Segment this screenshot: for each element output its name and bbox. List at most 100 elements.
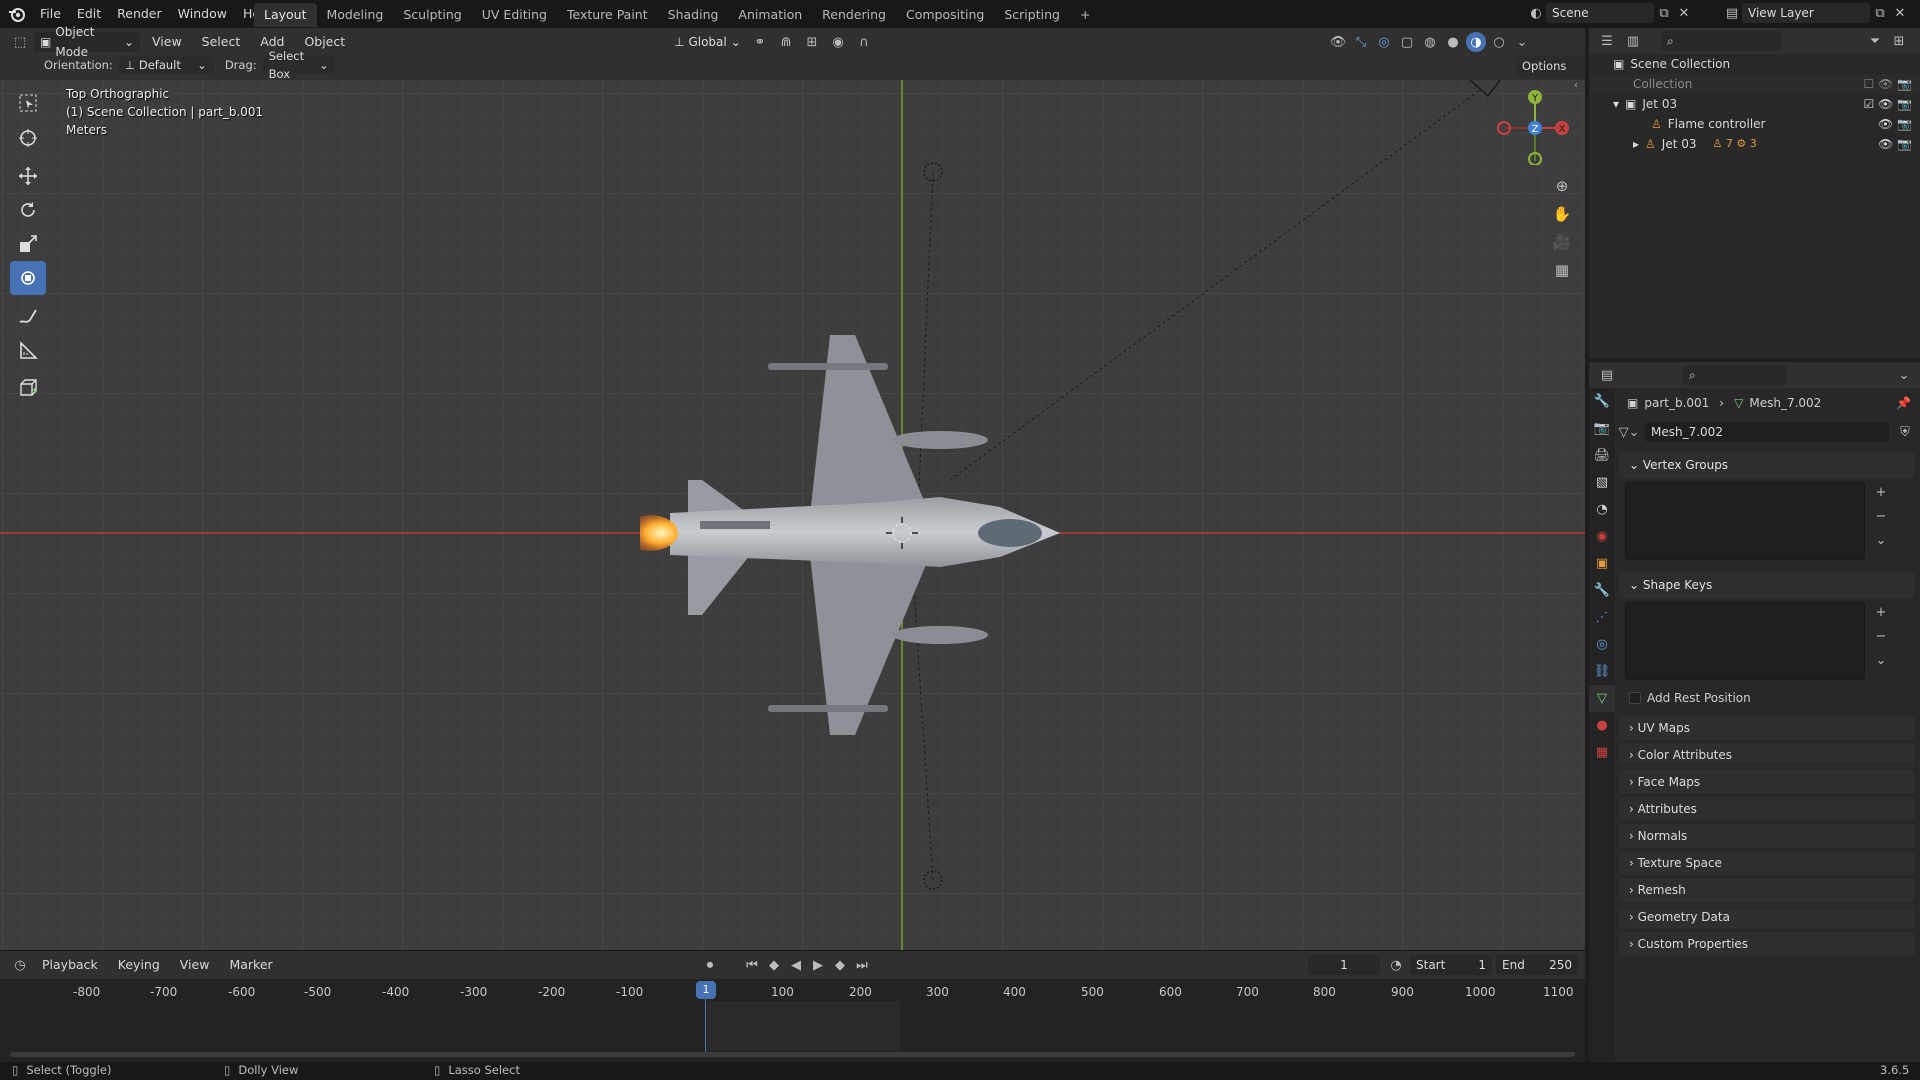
tab-animation[interactable]: Animation [728,3,812,27]
menu-timeline-view[interactable]: View [172,955,218,975]
menu-select[interactable]: Select [194,32,249,52]
modifier-tab-icon[interactable]: 🔧 [1589,577,1615,604]
collection-toggles[interactable]: ☐ 👁 📷 [1863,74,1912,94]
scene-tab-icon[interactable]: ◔ [1589,496,1615,523]
new-scene-icon[interactable]: ⧉ [1654,3,1674,23]
prev-keyframe-icon[interactable]: ◆ [764,955,784,975]
transform-orientation-dropdown[interactable]: ⊥ Global ⌄ [668,32,744,52]
panel-uv-maps[interactable]: › UV Maps [1619,716,1915,740]
add-icon[interactable]: + [1871,482,1891,502]
ortho-grid-icon[interactable]: ▦ [1550,256,1574,284]
object-toggles[interactable]: 👁 📷 [1878,114,1912,134]
rendered-shading-icon[interactable]: ○ [1489,32,1509,52]
tool-tab-icon[interactable]: 🔧 [1589,388,1615,415]
world-tab-icon[interactable]: ◉ [1589,523,1615,550]
expand-arrow-icon[interactable]: ▾ [1613,94,1619,114]
add-workspace-button[interactable]: + [1070,3,1100,27]
add-icon[interactable]: + [1871,602,1891,622]
panel-remesh[interactable]: › Remesh [1619,878,1915,902]
shape-keys-list[interactable] [1625,602,1865,680]
menu-playback[interactable]: Playback [34,955,106,975]
view-layer-tab-icon[interactable]: ▧ [1589,469,1615,496]
properties-editor-icon[interactable]: ▤ [1597,365,1617,385]
panel-face-maps[interactable]: › Face Maps [1619,770,1915,794]
new-view-layer-icon[interactable]: ⧉ [1870,3,1890,23]
menu-window[interactable]: Window [170,0,235,28]
pivot-icon[interactable]: ⚭ [750,32,770,52]
outliner-editor-icon[interactable]: ☰ [1597,31,1617,51]
sidebar-toggle-icon[interactable]: ‹ [1574,80,1584,100]
fake-user-icon[interactable]: ⛨ [1895,422,1915,442]
jet-model[interactable] [640,275,1160,795]
gizmo-toggle-icon[interactable]: ⤡ [1351,32,1371,52]
outliner-row-jet-collection[interactable]: ▾ ▣ Jet 03 ☑ 👁 📷 [1589,94,1920,114]
wireframe-shading-icon[interactable]: ◍ [1420,32,1440,52]
end-frame-field[interactable]: End 250 [1496,955,1578,975]
chevron-down-icon[interactable]: ⌄ [1871,530,1891,550]
panel-vertex-groups[interactable]: ⌄ Vertex Groups [1619,452,1915,478]
tab-scripting[interactable]: Scripting [994,3,1070,27]
panel-color-attributes[interactable]: › Color Attributes [1619,743,1915,767]
zoom-icon[interactable]: ⊕ [1550,172,1574,200]
camera-view-icon[interactable]: 🎥 [1550,228,1574,256]
next-keyframe-icon[interactable]: ◆ [830,955,850,975]
falloff-icon[interactable]: ∩ [854,32,874,52]
render-tab-icon[interactable]: 📷 [1589,415,1615,442]
menu-keying[interactable]: Keying [110,955,168,975]
3d-viewport[interactable]: Top Orthographic (1) Scene Collection | … [0,80,1585,950]
outliner-row-flame-controller[interactable]: ♙ Flame controller 👁 📷 [1589,114,1920,134]
scene-field[interactable]: Scene [1546,3,1654,23]
start-frame-field[interactable]: Start 1 [1410,955,1492,975]
new-collection-icon[interactable]: ⊞ [1889,31,1909,51]
outliner-row-collection[interactable]: Collection ☐ 👁 📷 [1589,74,1920,94]
drag-dropdown[interactable]: Select Box ⌄ [262,49,335,81]
panel-normals[interactable]: › Normals [1619,824,1915,848]
mesh-datablock-field[interactable]: Mesh_7.002 [1645,422,1889,442]
view-layer-field[interactable]: View Layer [1742,3,1870,23]
properties-search-input[interactable]: ⌕ [1683,365,1787,385]
blender-logo-icon[interactable] [8,5,26,23]
particles-tab-icon[interactable]: ⋰ [1589,604,1615,631]
tab-shading[interactable]: Shading [658,3,729,27]
tab-layout[interactable]: Layout [254,3,317,27]
timeline-editor-icon[interactable]: ◷ [10,955,30,975]
scene-icon[interactable]: ◐ [1526,3,1546,23]
playhead[interactable]: 1 [696,981,716,999]
outliner-search-input[interactable]: ⌕ [1661,31,1781,51]
physics-tab-icon[interactable]: ◎ [1589,631,1615,658]
expand-arrow-icon[interactable]: ▸ [1633,134,1639,154]
tab-uv-editing[interactable]: UV Editing [472,3,557,27]
delete-scene-icon[interactable]: ✕ [1674,3,1694,23]
outliner-row-jet-object[interactable]: ▸ ♙ Jet 03 ♙ 7 ⚙ 3 👁 📷 [1589,134,1920,154]
view-layer-icon[interactable]: ▤ [1722,3,1742,23]
delete-view-layer-icon[interactable]: ✕ [1890,3,1910,23]
collection-toggles[interactable]: ☑ 👁 📷 [1863,94,1912,114]
mesh-browse-icon[interactable]: ▽⌄ [1619,422,1640,442]
panel-custom-properties[interactable]: › Custom Properties [1619,932,1915,956]
editor-type-icon[interactable]: ⬚ [10,32,30,52]
overlay-toggle-icon[interactable]: ◎ [1374,32,1394,52]
panel-shape-keys[interactable]: ⌄ Shape Keys [1619,572,1915,598]
material-preview-icon[interactable]: ◑ [1466,32,1486,52]
tab-modeling[interactable]: Modeling [317,3,394,27]
chevron-down-icon[interactable]: ⌄ [1871,650,1891,670]
xray-icon[interactable]: ▢ [1397,32,1417,52]
options-dropdown[interactable]: Options ⌄ [1516,56,1585,93]
add-rest-position-checkbox[interactable] [1629,692,1641,704]
pan-hand-icon[interactable]: ✋ [1550,200,1574,228]
navigation-gizmo[interactable]: Y X Z [1490,85,1570,165]
jump-start-icon[interactable]: ⏮ [742,955,762,975]
play-reverse-icon[interactable]: ◀ [786,955,806,975]
timeline-scrollbar[interactable] [10,1052,1575,1057]
menu-marker[interactable]: Marker [221,955,280,975]
preview-range-icon[interactable]: ◔ [1386,955,1406,975]
panel-texture-space[interactable]: › Texture Space [1619,851,1915,875]
snap-target-icon[interactable]: ⊞ [802,32,822,52]
proportional-edit-icon[interactable]: ◉ [828,32,848,52]
tab-compositing[interactable]: Compositing [896,3,994,27]
constraints-tab-icon[interactable]: ⛓ [1589,658,1615,685]
chevron-down-icon[interactable]: ⌄ [1894,365,1914,385]
remove-icon[interactable]: − [1871,506,1891,526]
jump-end-icon[interactable]: ⏭ [852,955,872,975]
remove-icon[interactable]: − [1871,626,1891,646]
